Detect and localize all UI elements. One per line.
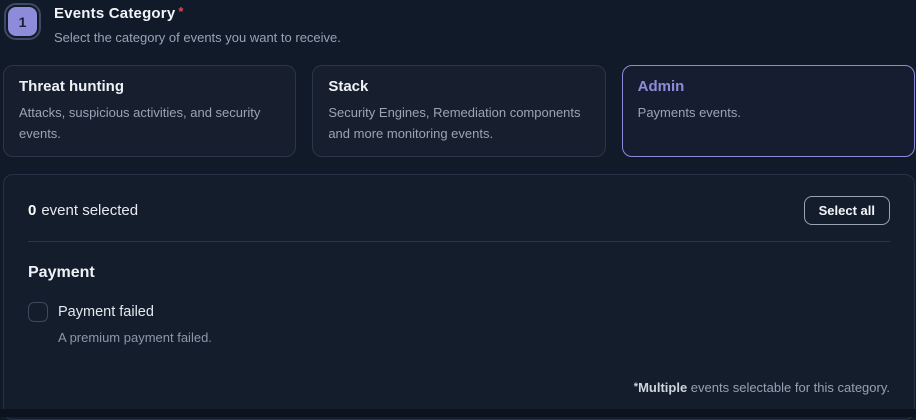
category-card-description: Attacks, suspicious activities, and secu…	[19, 102, 280, 144]
header-text: Events Category* Select the category of …	[54, 3, 341, 45]
page-title-row: Events Category*	[54, 4, 341, 23]
footnote-text: events selectable for this category.	[687, 380, 890, 395]
footnote-bold-word: Multiple	[638, 380, 687, 395]
panel-divider	[28, 241, 890, 242]
category-card-description: Security Engines, Remediation components…	[328, 102, 589, 144]
payment-failed-checkbox[interactable]	[28, 302, 48, 322]
category-card-title: Admin	[638, 78, 899, 95]
page-title: Events Category	[54, 5, 175, 22]
selected-count: 0	[28, 202, 36, 219]
selected-count-label: event selected	[41, 202, 138, 219]
page-bottom-strip	[0, 409, 916, 417]
event-label[interactable]: Payment failed	[58, 302, 212, 320]
required-asterisk: *	[178, 4, 183, 19]
step-number: 1	[8, 7, 37, 36]
events-selection-panel: 0 event selected Select all Payment Payme…	[3, 174, 915, 420]
select-all-button[interactable]: Select all	[804, 196, 890, 225]
category-card-title: Threat hunting	[19, 78, 280, 95]
category-card-admin[interactable]: Admin Payments events.	[622, 65, 915, 157]
selected-count-line: 0 event selected	[28, 202, 138, 219]
category-cards-row: Threat hunting Attacks, suspicious activ…	[3, 65, 915, 157]
step-number-badge: 1	[4, 3, 41, 40]
panel-header: 0 event selected Select all	[28, 196, 890, 225]
multiple-events-footnote: *Multiple events selectable for this cat…	[634, 380, 890, 395]
event-row-payment-failed: Payment failed A premium payment failed.	[28, 302, 890, 345]
category-card-threat-hunting[interactable]: Threat hunting Attacks, suspicious activ…	[3, 65, 296, 157]
category-card-title: Stack	[328, 78, 589, 95]
category-card-stack[interactable]: Stack Security Engines, Remediation comp…	[312, 65, 605, 157]
page-subtitle: Select the category of events you want t…	[54, 30, 341, 45]
event-description: A premium payment failed.	[58, 330, 212, 345]
event-group-title: Payment	[28, 264, 890, 282]
events-category-header: 1 Events Category* Select the category o…	[0, 0, 916, 45]
event-text: Payment failed A premium payment failed.	[58, 302, 212, 345]
category-card-description: Payments events.	[638, 102, 899, 123]
